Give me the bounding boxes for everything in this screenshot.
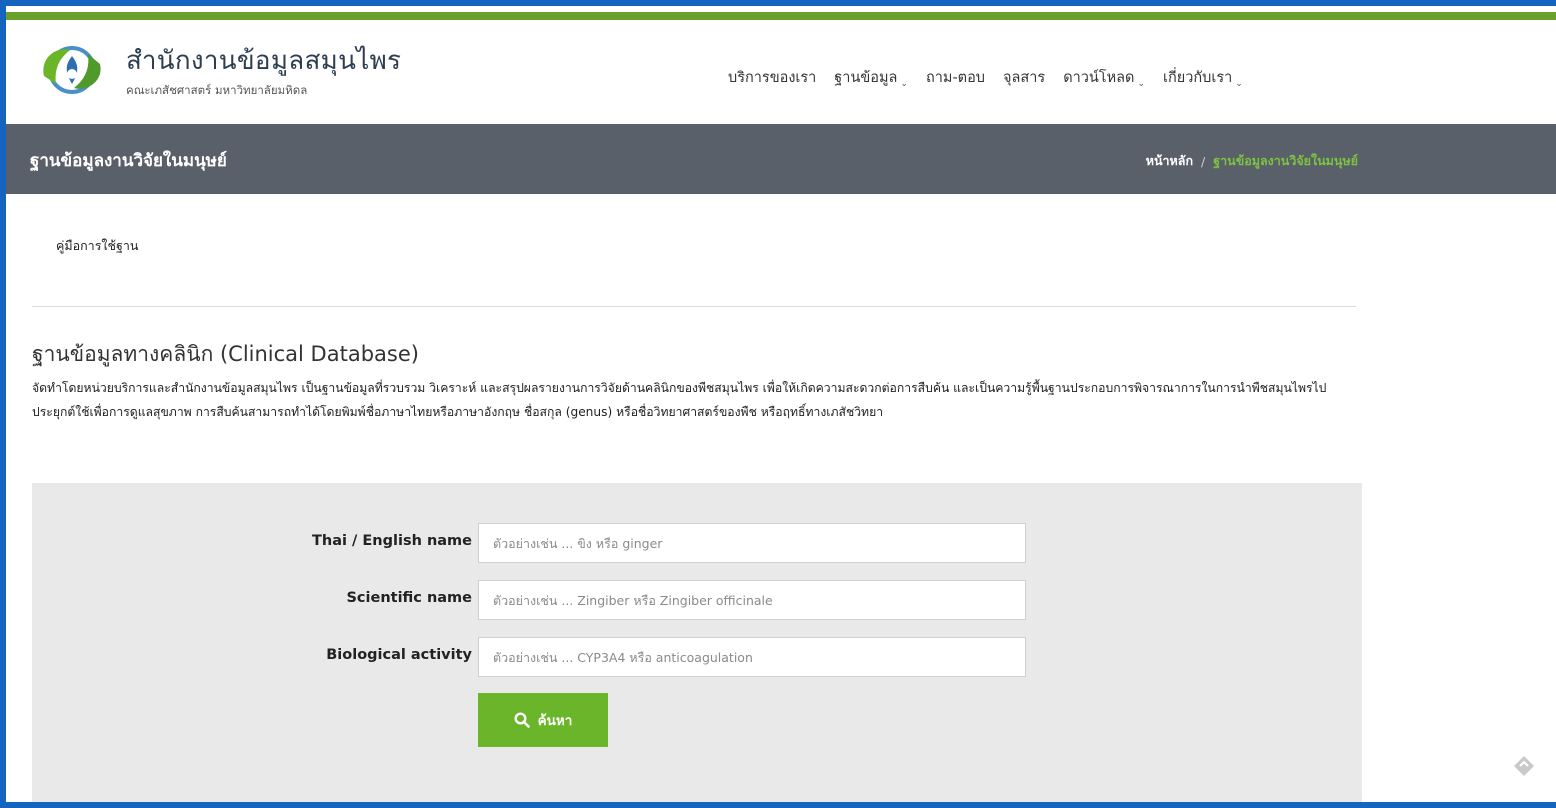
search-row-scientific: Scientific name (32, 580, 1362, 620)
field-label: Thai / English name (312, 533, 472, 549)
biological-activity-input[interactable] (478, 637, 1026, 677)
section-description: จัดทำโดยหน่วยบริการและสำนักงานข้อมูลสมุน… (32, 381, 1327, 419)
breadcrumb-home-link[interactable]: หน้าหลัก (1146, 151, 1193, 171)
search-row-name: Thai / English name (32, 523, 1362, 563)
search-icon (514, 712, 530, 728)
scroll-hint-icon[interactable] (1512, 754, 1536, 778)
name-search-input[interactable] (478, 523, 1026, 563)
nav-item-label: ดาวน์โหลด (1063, 70, 1135, 86)
nav-item-database[interactable]: ฐานข้อมูล ⌄ (834, 66, 908, 89)
site-logo[interactable] (36, 36, 108, 100)
nav-item-about[interactable]: เกี่ยวกับเรา ⌄ (1163, 66, 1243, 89)
breadcrumb: หน้าหลัก / ฐานข้อมูลงานวิจัยในมนุษย์ (1146, 151, 1358, 171)
main-nav: บริการของเรา ฐานข้อมูล ⌄ ถาม-ตอบ จุลสาร … (728, 66, 1243, 89)
nav-item-newsletter[interactable]: จุลสาร (1003, 66, 1045, 89)
page-title-bar: ฐานข้อมูลงานวิจัยในมนุษย์ หน้าหลัก / ฐาน… (6, 124, 1556, 194)
section-title: ฐานข้อมูลทางคลินิก (Clinical Database) (32, 342, 419, 366)
nav-item-label: บริการของเรา (728, 70, 817, 86)
breadcrumb-separator: / (1201, 153, 1206, 169)
breadcrumb-current: ฐานข้อมูลงานวิจัยในมนุษย์ (1213, 153, 1358, 168)
nav-item-faq[interactable]: ถาม-ตอบ (926, 66, 985, 89)
site-title[interactable]: สำนักงานข้อมูลสมุนไพร (126, 40, 401, 81)
search-button[interactable]: ค้นหา (478, 693, 608, 747)
divider (32, 306, 1356, 307)
chevron-down-icon: ⌄ (1137, 79, 1145, 89)
site-header: สำนักงานข้อมูลสมุนไพร คณะเภสัชศาสตร์ มหา… (6, 20, 1556, 124)
field-label: Biological activity (326, 647, 472, 663)
chevron-down-icon: ⌄ (1235, 79, 1243, 89)
chevron-down-icon: ⌄ (900, 79, 908, 89)
top-accent-stripe (6, 12, 1556, 20)
nav-item-label: จุลสาร (1003, 70, 1046, 86)
browser-viewport: สำนักงานข้อมูลสมุนไพร คณะเภสัชศาสตร์ มหา… (6, 6, 1556, 802)
nav-item-label: ถาม-ตอบ (925, 70, 986, 86)
search-row-activity: Biological activity (32, 637, 1362, 677)
nav-item-label: ฐานข้อมูล (834, 70, 898, 86)
nav-item-label: เกี่ยวกับเรา (1163, 70, 1233, 86)
field-label: Scientific name (346, 590, 472, 606)
search-button-label: ค้นหา (537, 713, 573, 728)
site-subtitle: คณะเภสัชศาสตร์ มหาวิทยาลัยมหิดล (126, 83, 308, 97)
manual-link[interactable]: คู่มือการใช้ฐาน (56, 236, 138, 256)
search-panel: Thai / English name Scientific name Biol… (32, 483, 1362, 802)
page-title: ฐานข้อมูลงานวิจัยในมนุษย์ (30, 151, 227, 171)
nav-item-services[interactable]: บริการของเรา (728, 66, 816, 89)
nav-item-download[interactable]: ดาวน์โหลด ⌄ (1063, 66, 1145, 89)
scientific-name-input[interactable] (478, 580, 1026, 620)
